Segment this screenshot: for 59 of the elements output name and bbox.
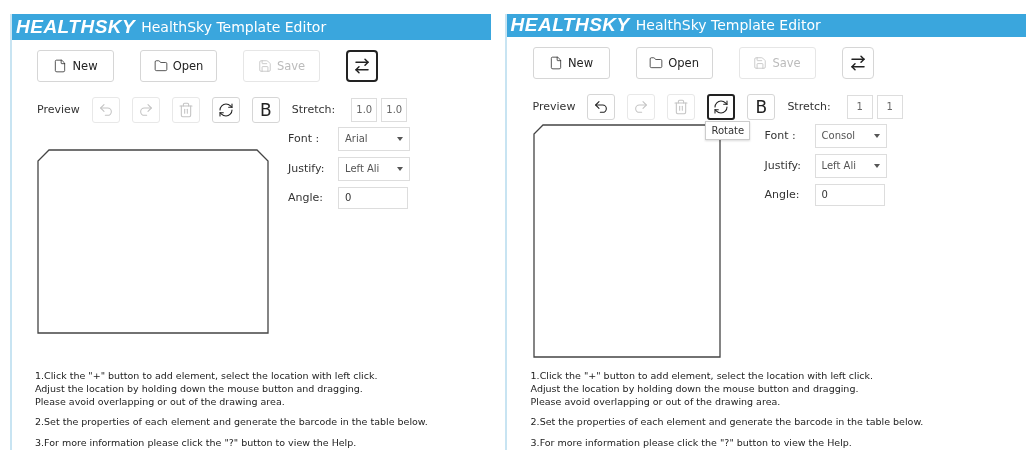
trash-icon	[177, 101, 194, 118]
tooltip: Rotate	[705, 120, 751, 140]
rotate-icon	[217, 101, 234, 118]
rotate-button[interactable]	[707, 93, 736, 120]
window-title: HealthSky Template Editor	[141, 18, 327, 35]
file-icon	[549, 55, 563, 70]
preview-label: Preview	[37, 103, 80, 117]
undo-arrow-icon	[97, 101, 114, 118]
caret-icon	[397, 136, 403, 141]
redo-arrow-icon	[137, 101, 154, 118]
open-button[interactable]: Open	[140, 49, 217, 82]
caret-icon	[397, 166, 403, 171]
swap-button[interactable]	[346, 49, 378, 82]
justify-dropdown[interactable]: Left Ali	[814, 153, 887, 178]
instruction-text: 2.Set the properties of each element and generate the barcode in the table below.	[35, 416, 429, 430]
stretch-field[interactable]: 1.0	[351, 97, 378, 122]
folder-icon	[153, 58, 168, 73]
preview-label: Preview	[532, 100, 576, 114]
angle-label: Angle:	[288, 191, 324, 205]
logo: HEALTHSKY	[16, 15, 136, 38]
folder-icon	[649, 55, 664, 70]
angle-field[interactable]: 0	[338, 186, 408, 209]
font-label: Font :	[764, 129, 797, 143]
stretch-field[interactable]: 1	[876, 94, 903, 119]
caret-icon	[873, 163, 880, 168]
angle-field[interactable]: 0	[814, 183, 885, 206]
undo-button[interactable]	[587, 93, 616, 120]
instruction-text: 1.Click the "+" button to add element, select the location with left click. Adjust the location by holding down the mouse button and dragging. Please avoid overlapping or out of the drawing area.	[530, 369, 875, 409]
stretch-label: Stretch:	[787, 100, 831, 114]
stretch-label: Stretch:	[291, 103, 336, 117]
logo: HEALTHSKY	[510, 14, 630, 37]
open-button[interactable]: Open	[635, 46, 713, 79]
file-icon	[53, 58, 68, 73]
stretch-field[interactable]: 1.0	[381, 97, 408, 122]
justify-dropdown[interactable]: Left Ali	[338, 156, 410, 181]
new-button[interactable]: New	[37, 49, 114, 82]
font-dropdown[interactable]: Arial	[338, 126, 410, 151]
angle-label: Angle:	[764, 188, 801, 202]
instruction-text: 3.For more information please click the "?" button to view the Help.	[530, 437, 853, 450]
undo-arrow-icon	[593, 98, 610, 115]
drawing-canvas[interactable]	[37, 149, 269, 334]
swap-arrows-icon	[353, 56, 371, 75]
instruction-text: 2.Set the properties of each element and generate the barcode in the table below.	[530, 416, 925, 430]
caret-icon	[873, 133, 880, 138]
rotate-icon	[713, 98, 730, 115]
instruction-text: 1.Click the "+" button to add element, select the location with left click. Adjust the location by holding down the mouse button and dragging. Please avoid overlapping or out of the drawing area.	[35, 369, 379, 409]
font-dropdown[interactable]: Consol	[814, 123, 887, 148]
swap-arrows-icon	[848, 53, 867, 72]
justify-label: Justify:	[288, 162, 326, 176]
font-label: Font :	[288, 132, 321, 146]
justify-label: Justify:	[764, 159, 802, 173]
bold-button[interactable]: B	[747, 93, 776, 120]
trash-icon	[673, 98, 690, 115]
instruction-text: 3.For more information please click the "?" button to view the Help.	[35, 437, 358, 450]
window-title: HealthSky Template Editor	[635, 17, 821, 34]
redo-arrow-icon	[633, 98, 650, 115]
bold-button[interactable]: B	[251, 96, 280, 123]
new-button[interactable]: New	[532, 46, 610, 79]
stretch-field[interactable]: 1	[846, 94, 873, 119]
